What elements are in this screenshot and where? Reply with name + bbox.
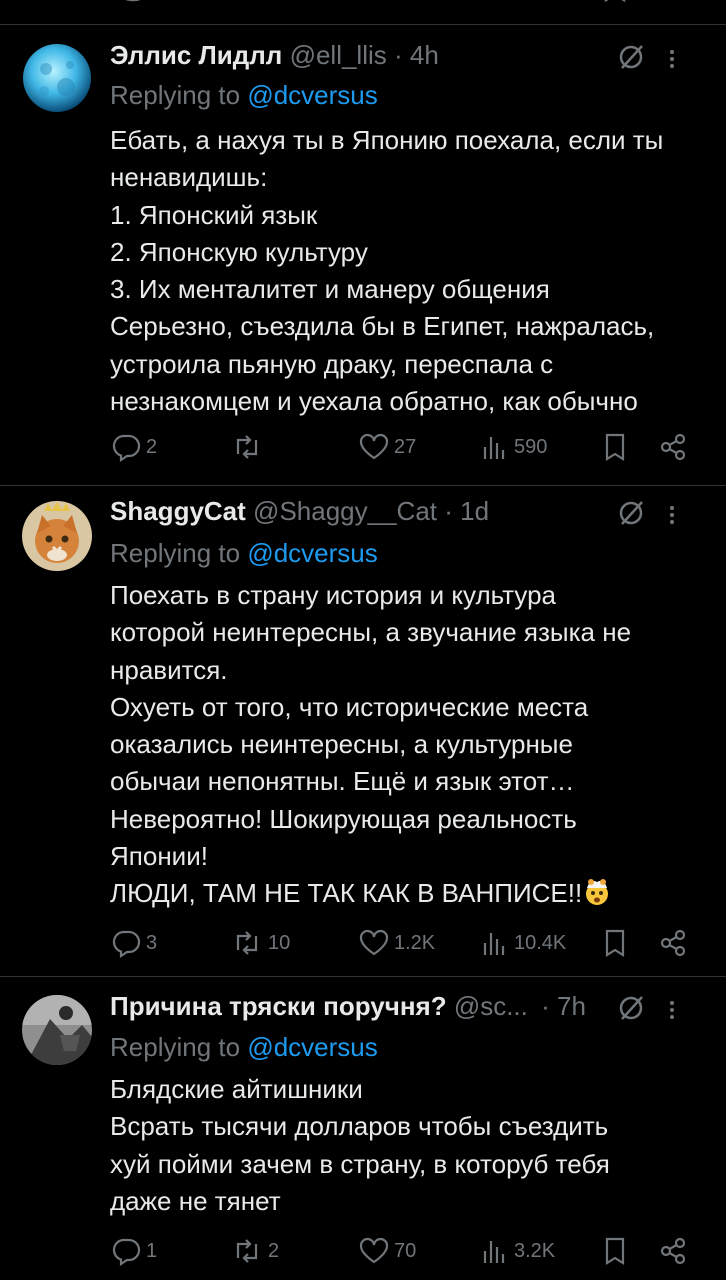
display-name[interactable]: ShaggyCat (110, 496, 246, 526)
more-options-icon[interactable] (660, 44, 684, 74)
reply-button[interactable]: 2 (110, 430, 157, 464)
bookmark-icon[interactable] (602, 0, 628, 2)
tweet-prichina-tryaski[interactable]: Причина тряски поручня? @sc... · 7h Repl… (0, 977, 726, 1280)
action-bar: 1 2 70 3.2K (110, 1234, 690, 1268)
reply-count: 3 (146, 931, 158, 954)
user-handle[interactable]: @Shaggy__Cat (253, 496, 437, 526)
heart-icon (359, 929, 389, 956)
like-button[interactable]: 70 (358, 1234, 416, 1268)
bookmark-icon (605, 929, 625, 957)
more-options-icon[interactable] (660, 500, 684, 530)
reply-button[interactable]: 3 (110, 926, 157, 960)
views-icon (483, 933, 505, 955)
separator-dot: · (444, 496, 453, 526)
repost-icon (236, 435, 258, 459)
views-icon (483, 437, 505, 459)
separator-dot: · (541, 991, 550, 1021)
timestamp[interactable]: 1d (460, 496, 489, 526)
replying-to: Replying to @dcversus (110, 80, 378, 111)
previous-tweet-action-bar-fragment (0, 0, 726, 25)
replying-to-mention[interactable]: @dcversus (247, 538, 377, 568)
grayscale-photo-avatar[interactable] (22, 995, 92, 1065)
timestamp[interactable]: 7h (557, 991, 586, 1021)
repost-icon (236, 931, 258, 955)
tweet-text: Поехать в страну история и культура кото… (110, 577, 710, 913)
tweet-shaggycat[interactable]: ShaggyCat @Shaggy__Cat · 1d Replying to … (0, 486, 726, 977)
share-button[interactable] (658, 430, 688, 464)
tweet-text: Блядские айтишники Всрать тысячи долларо… (110, 1074, 610, 1216)
share-button[interactable] (658, 1234, 688, 1268)
reply-icon[interactable] (118, 0, 148, 2)
replying-to-mention[interactable]: @dcversus (247, 80, 377, 110)
replying-to: Replying to @dcversus (110, 538, 378, 569)
action-bar: 3 10 1.2K 10.4K (110, 926, 690, 960)
moon-image (22, 43, 92, 113)
views-button[interactable]: 3.2K (480, 1234, 555, 1268)
replying-prefix: Replying to (110, 1032, 248, 1062)
views-icon[interactable] (485, 0, 511, 2)
replying-prefix: Replying to (110, 538, 248, 568)
tweet-ell-llis[interactable]: Эллис Лидлл @ell_llis · 4h Replying to @… (0, 25, 726, 486)
like-count: 1.2K (394, 931, 436, 954)
repost-button[interactable]: 2 (230, 1234, 279, 1268)
views-count: 590 (514, 435, 548, 458)
share-icon[interactable] (660, 0, 688, 2)
tweet-text-content: Поехать в страну история и культура кото… (110, 580, 632, 909)
repost-icon (236, 1239, 258, 1263)
bookmark-button[interactable] (602, 926, 628, 960)
more-options-icon[interactable] (660, 995, 684, 1025)
views-count: 3.2K (514, 1239, 556, 1262)
heart-icon (359, 433, 389, 460)
reply-count: 2 (146, 435, 158, 458)
replying-to: Replying to @dcversus (110, 1032, 378, 1063)
reply-icon (112, 1238, 141, 1266)
action-bar: 2 27 590 (110, 430, 690, 464)
share-icon (660, 1237, 686, 1265)
user-handle[interactable]: @ell_llis (290, 40, 387, 70)
tweet-header: ShaggyCat @Shaggy__Cat · 1d (110, 496, 706, 532)
repost-button[interactable]: 10 (230, 926, 290, 960)
moon-avatar[interactable] (22, 43, 92, 113)
grok-icon[interactable] (616, 498, 646, 528)
bookmark-icon (605, 1237, 625, 1265)
tweet-header: Эллис Лидлл @ell_llis · 4h (110, 40, 706, 76)
separator-dot: · (394, 40, 403, 70)
share-icon (660, 433, 686, 461)
views-button[interactable]: 590 (480, 430, 547, 464)
bookmark-icon (605, 433, 625, 461)
reply-icon (112, 930, 141, 958)
like-button[interactable]: 27 (358, 430, 416, 464)
grok-icon[interactable] (616, 993, 646, 1023)
display-name[interactable]: Причина тряски поручня? (110, 991, 447, 1021)
reply-icon (112, 434, 141, 462)
share-button[interactable] (658, 926, 688, 960)
like-button[interactable]: 1.2K (358, 926, 435, 960)
tweet-text: Ебать, а нахуя ты в Японию поехала, если… (110, 125, 664, 417)
bookmark-button[interactable] (602, 1234, 628, 1268)
like-count: 70 (394, 1239, 417, 1262)
reply-button[interactable]: 1 (110, 1234, 157, 1268)
views-count: 10.4K (514, 931, 567, 954)
repost-count: 10 (268, 931, 291, 954)
repost-button[interactable] (230, 430, 268, 464)
share-icon (660, 929, 686, 957)
replying-prefix: Replying to (110, 80, 248, 110)
user-handle[interactable]: @sc... (454, 991, 528, 1021)
timestamp[interactable]: 4h (410, 40, 439, 70)
cat-with-crown-avatar[interactable] (22, 501, 92, 571)
views-icon (483, 1241, 505, 1263)
reply-count: 1 (146, 1239, 158, 1262)
cat-image (22, 501, 92, 571)
views-button[interactable]: 10.4K (480, 926, 566, 960)
heart-icon (359, 1237, 389, 1264)
like-count: 27 (394, 435, 417, 458)
display-name[interactable]: Эллис Лидлл (110, 40, 282, 70)
tweet-header: Причина тряски поручня? @sc... · 7h (110, 991, 706, 1027)
replying-to-mention[interactable]: @dcversus (247, 1032, 377, 1062)
grok-icon[interactable] (616, 42, 646, 72)
grayscale-photo (22, 995, 92, 1065)
exploding-head-emoji (586, 879, 609, 906)
bookmark-button[interactable] (602, 430, 628, 464)
repost-count: 2 (268, 1239, 280, 1262)
